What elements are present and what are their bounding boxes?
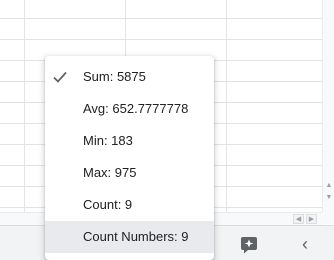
- menu-item-avg[interactable]: Avg: 652.7777778: [45, 93, 214, 125]
- menu-item-label: Count Numbers: 9: [83, 229, 189, 244]
- scroll-down-arrow-icon[interactable]: ▼: [324, 193, 334, 203]
- checkmark-icon: [52, 61, 68, 93]
- menu-item-label: Sum: 5875: [83, 69, 146, 84]
- menu-item-count-numbers[interactable]: Count Numbers: 9: [45, 221, 214, 253]
- scroll-right-arrow-icon[interactable]: ▶: [306, 214, 317, 224]
- scroll-up-arrow-icon[interactable]: ▲: [324, 181, 334, 191]
- menu-item-max[interactable]: Max: 975: [45, 157, 214, 189]
- vertical-scrollbar[interactable]: ▲ ▼: [322, 0, 334, 212]
- menu-item-label: Count: 9: [83, 197, 133, 212]
- menu-item-min[interactable]: Min: 183: [45, 125, 214, 157]
- menu-item-sum[interactable]: Sum: 5875: [45, 61, 214, 93]
- menu-item-count[interactable]: Count: 9: [45, 189, 214, 221]
- menu-item-label: Avg: 652.7777778: [83, 101, 189, 116]
- menu-item-label: Max: 975: [83, 165, 137, 180]
- scrollbar-corner: [322, 212, 334, 224]
- explore-sparkle-icon[interactable]: [238, 234, 260, 256]
- chevron-left-icon[interactable]: ‹: [296, 235, 314, 253]
- summary-dropdown-menu: Sum: 5875 Avg: 652.7777778 Min: 183 Max:…: [45, 56, 214, 260]
- scroll-left-arrow-icon[interactable]: ◀: [293, 214, 304, 224]
- menu-item-label: Min: 183: [83, 133, 133, 148]
